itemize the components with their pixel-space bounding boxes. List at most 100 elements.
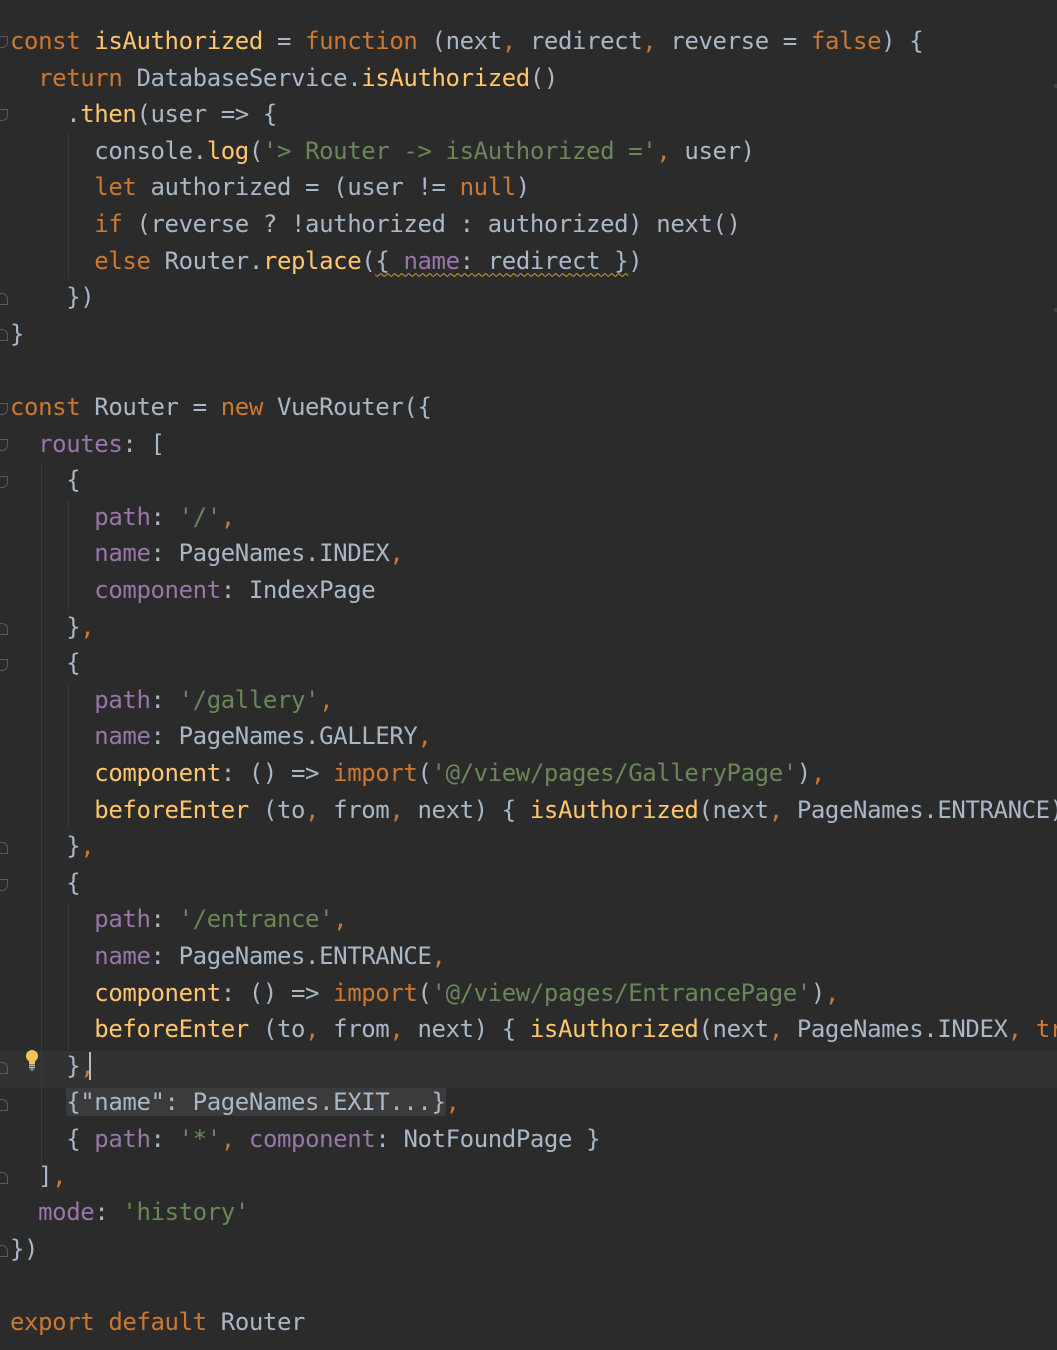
code-line[interactable]: path: '/entrance', (10, 901, 347, 938)
fold-marker-icon[interactable] (0, 439, 8, 451)
code-token: , (656, 136, 671, 165)
code-token: } (10, 1051, 81, 1080)
code-token: '@/view/pages/GalleryPage' (431, 759, 798, 787)
code-token: let (94, 173, 137, 202)
code-token: { (10, 649, 81, 678)
code-line[interactable]: .then(user => { (10, 96, 277, 133)
fold-marker-icon[interactable] (0, 1099, 8, 1111)
code-line[interactable]: }) (10, 279, 95, 316)
code-line[interactable]: {"name": PageNames.EXIT...}, (10, 1084, 460, 1121)
code-line[interactable]: component: () => import('@/view/pages/En… (10, 975, 839, 1012)
code-line[interactable]: component: IndexPage (10, 572, 375, 609)
fold-marker-icon[interactable] (0, 403, 8, 415)
code-token: next) { (403, 795, 530, 824)
code-line[interactable]: else Router.replace({ name: redirect }) (10, 243, 642, 280)
fold-marker-icon[interactable] (0, 329, 8, 341)
code-line[interactable]: name: PageNames.GALLERY, (10, 718, 432, 755)
code-token: , (810, 759, 825, 787)
fold-marker-icon[interactable] (0, 293, 8, 305)
code-line[interactable]: name: PageNames.ENTRANCE, (10, 938, 446, 975)
code-line[interactable]: { path: '*', component: NotFoundPage } (10, 1121, 600, 1158)
code-token: '/' (178, 502, 222, 531)
fold-marker-icon[interactable] (0, 1172, 8, 1184)
code-line[interactable]: }, (10, 609, 95, 646)
code-token: '*' (178, 1125, 222, 1153)
code-editor[interactable]: const isAuthorized = function (next, red… (0, 0, 1057, 1350)
code-token: return (38, 63, 123, 92)
code-token: isAuthorized (94, 27, 263, 55)
code-token: ) (515, 173, 530, 202)
code-line[interactable]: } (10, 316, 24, 353)
code-line[interactable]: routes: [ (10, 426, 165, 463)
code-token: , (319, 685, 334, 714)
current-line-highlight (0, 1051, 1057, 1088)
code-line[interactable]: component: () => import('@/view/pages/Ga… (10, 755, 825, 792)
fold-marker-icon[interactable] (0, 1245, 8, 1257)
fold-marker-icon[interactable] (0, 476, 8, 488)
code-token: : () => (220, 759, 334, 787)
code-line[interactable]: return DatabaseService.isAuthorized() (10, 60, 558, 97)
code-line[interactable]: { (10, 645, 80, 682)
code-token: , (501, 27, 516, 55)
code-token: true (1035, 1015, 1057, 1044)
code-token: (next (698, 1015, 769, 1044)
code-token: , (389, 539, 404, 568)
code-token: , (220, 502, 235, 531)
code-token: ) (810, 978, 825, 1007)
code-token: 'history' (122, 1198, 249, 1227)
code-token: , (1007, 1015, 1022, 1044)
fold-marker-icon[interactable] (0, 659, 8, 671)
code-token: log (206, 136, 250, 165)
code-token: , (80, 612, 95, 641)
code-line[interactable]: { (10, 462, 80, 499)
code-line-current[interactable]: }, (10, 1048, 95, 1085)
code-token: (user => { (136, 100, 277, 129)
code-line[interactable]: ], (10, 1158, 67, 1195)
code-token: ) (628, 246, 643, 275)
code-line[interactable]: mode: 'history' (10, 1194, 249, 1231)
warning-highlight[interactable]: { name: redirect } (375, 247, 628, 275)
code-line[interactable]: beforeEnter (to, from, next) { isAuthori… (10, 1011, 1057, 1048)
folded-region[interactable]: {"name": PageNames.EXIT...} (66, 1088, 446, 1117)
code-token: next) { (403, 1015, 530, 1044)
code-token: , (768, 795, 783, 824)
code-token: } (10, 612, 81, 641)
code-token: if (94, 210, 123, 238)
fold-marker-icon[interactable] (0, 842, 8, 854)
code-token: mode (38, 1198, 95, 1227)
code-line[interactable]: }) (10, 1231, 39, 1268)
code-line[interactable]: export default Router (10, 1304, 305, 1341)
code-line[interactable]: console.log('> Router -> isAuthorized ='… (10, 133, 755, 170)
code-token: , (642, 27, 657, 55)
code-line[interactable]: if (reverse ? !authorized : authorized) … (10, 206, 741, 243)
code-token: (next (698, 795, 769, 824)
code-line[interactable]: { (10, 865, 80, 902)
code-line[interactable]: const isAuthorized = function (next, red… (10, 23, 924, 60)
code-line[interactable]: name: PageNames.INDEX, (10, 535, 404, 572)
code-token: redirect (515, 27, 643, 55)
code-line[interactable]: let authorized = (user != null) (10, 169, 530, 206)
code-line[interactable]: const Router = new VueRouter({ (10, 389, 432, 426)
code-token: ) { (881, 27, 924, 55)
code-line[interactable]: path: '/gallery', (10, 682, 333, 719)
code-line[interactable]: }, (10, 828, 95, 865)
fold-marker-icon[interactable] (0, 36, 8, 48)
code-token: ] (10, 1161, 53, 1190)
lightbulb-icon[interactable] (24, 1049, 40, 1071)
fold-marker-icon[interactable] (0, 879, 8, 891)
code-line[interactable]: path: '/', (10, 499, 235, 536)
code-token: replace (262, 246, 362, 275)
fold-marker-icon[interactable] (0, 1062, 8, 1074)
fold-marker-icon[interactable] (0, 623, 8, 635)
code-token: false (810, 27, 882, 55)
fold-marker-icon[interactable] (0, 109, 8, 121)
code-line[interactable]: beforeEnter (to, from, next) { isAuthori… (10, 792, 1057, 829)
code-token: PageNames.INDEX (782, 1015, 1008, 1044)
